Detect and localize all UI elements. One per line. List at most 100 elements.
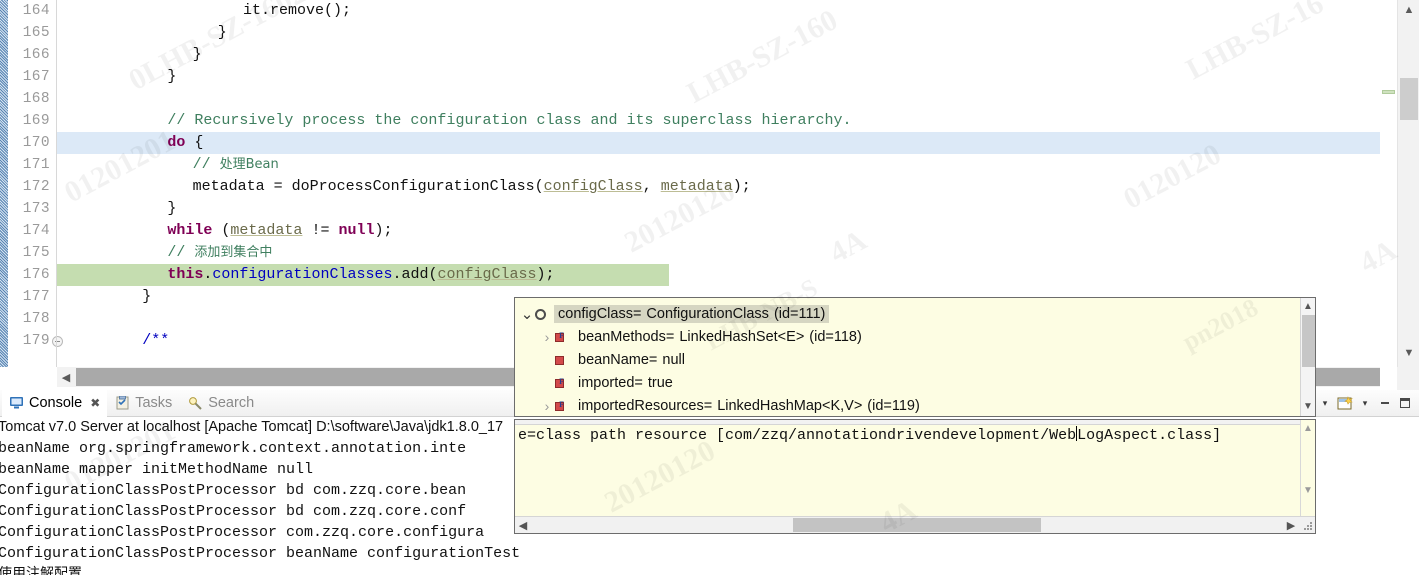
line-number: 173 bbox=[22, 201, 50, 217]
tooltip-vertical-scrollbar[interactable]: ▲ ▼ bbox=[1300, 298, 1315, 416]
maximize-icon[interactable] bbox=[1395, 392, 1415, 414]
variable-name: imported= bbox=[578, 374, 643, 391]
detail-scrollbar-thumb[interactable] bbox=[793, 518, 1041, 532]
tab-console[interactable]: Console ✖ bbox=[2, 390, 108, 417]
scroll-up-arrow-icon[interactable]: ▲ bbox=[1398, 0, 1419, 20]
collapsed-twisty-icon[interactable]: › bbox=[539, 398, 555, 414]
variable-id: (id=111) bbox=[773, 305, 826, 322]
code-line[interactable]: it.remove(); bbox=[57, 0, 1380, 22]
variable-row[interactable]: › importedResources=LinkedHashMap<K,V>(id… bbox=[539, 394, 924, 416]
console-icon bbox=[9, 396, 24, 410]
code-line[interactable]: // Recursively process the configuration… bbox=[57, 110, 1380, 132]
field-icon-plain bbox=[555, 353, 569, 367]
console-line: 使用注解配置 bbox=[0, 566, 82, 575]
console-line: ConfigurationClassPostProcessor beanName… bbox=[0, 545, 521, 562]
detail-popup-text[interactable]: e=class path resource [com/zzq/annotatio… bbox=[518, 426, 1298, 446]
variable-label-group: imported= true bbox=[574, 374, 677, 392]
code-line[interactable]: } bbox=[57, 66, 1380, 88]
field-icon bbox=[555, 376, 569, 390]
line-number: 179 bbox=[22, 333, 50, 349]
line-number: 164 bbox=[22, 3, 50, 19]
minimize-icon[interactable] bbox=[1375, 392, 1395, 414]
detail-popup-divider bbox=[515, 420, 1315, 425]
code-token: metadata bbox=[660, 178, 733, 195]
tooltip-scroll-up-icon[interactable]: ▲ bbox=[1301, 298, 1315, 314]
line-number: 171 bbox=[22, 157, 50, 173]
open-console-dropdown-icon[interactable]: ▾ bbox=[1355, 392, 1375, 414]
overview-marker-debug[interactable] bbox=[1382, 90, 1395, 94]
detail-text-after-caret: LogAspect.class] bbox=[1077, 427, 1222, 444]
variable-name: beanName= bbox=[578, 351, 658, 368]
variable-label-group: beanMethods= LinkedHashSet<E> (id=118) bbox=[574, 328, 866, 346]
detail-scroll-left-icon[interactable]: ◀ bbox=[515, 517, 531, 533]
code-line[interactable]: // 添加到集合中 bbox=[57, 242, 1380, 264]
code-line[interactable]: while (metadata != null); bbox=[57, 220, 1380, 242]
line-number-ruler: 164 165 166 167 168 169 170 171 172 173 174 175 176 1… bbox=[8, 0, 63, 367]
detail-scroll-down-icon[interactable]: ▼ bbox=[1301, 482, 1315, 498]
display-selected-console-dropdown-icon[interactable]: ▾ bbox=[1315, 392, 1335, 414]
code-token: 处理Bean bbox=[219, 157, 279, 172]
variable-row[interactable]: imported=true bbox=[539, 371, 677, 394]
editor-vertical-scrollbar[interactable]: ▲ ▼ bbox=[1397, 0, 1419, 390]
close-icon[interactable]: ✖ bbox=[90, 396, 100, 410]
variable-id: (id=119) bbox=[867, 397, 920, 414]
tab-label: Console bbox=[29, 395, 83, 411]
code-token: ); bbox=[536, 266, 555, 283]
scroll-left-arrow-icon[interactable]: ◀ bbox=[57, 367, 75, 387]
code-line[interactable]: // 处理Bean bbox=[57, 154, 1380, 176]
overview-ruler[interactable] bbox=[1380, 0, 1397, 367]
variable-row[interactable]: › beanMethods=LinkedHashSet<E>(id=118) bbox=[539, 325, 866, 348]
line-number: 170 bbox=[22, 135, 50, 151]
code-line[interactable]: this.configurationClasses.add(configClas… bbox=[57, 264, 1380, 286]
tab-search[interactable]: Search bbox=[181, 390, 261, 416]
variable-value: ConfigurationClass bbox=[646, 305, 769, 322]
line-number: 178 bbox=[22, 311, 50, 327]
resize-grip[interactable] bbox=[1304, 522, 1314, 532]
code-token: /** bbox=[142, 332, 170, 349]
eclipse-ide-window: 164 165 166 167 168 169 170 171 172 173 174 175 176 1… bbox=[0, 0, 1419, 575]
debug-detail-popup[interactable]: e=class path resource [com/zzq/annotatio… bbox=[514, 419, 1316, 534]
tooltip-scrollbar-thumb[interactable] bbox=[1302, 315, 1315, 367]
open-console-icon[interactable] bbox=[1335, 392, 1355, 414]
code-token: configurationClasses bbox=[212, 266, 393, 283]
variable-label-group: beanName= null bbox=[574, 351, 689, 369]
code-token: } bbox=[167, 68, 177, 85]
scroll-down-arrow-icon[interactable]: ▼ bbox=[1398, 343, 1419, 363]
tab-tasks[interactable]: Tasks bbox=[108, 390, 179, 416]
variable-row[interactable]: beanName= null bbox=[539, 348, 689, 371]
console-line: beanName org.springframework.context.ann… bbox=[0, 440, 467, 457]
local-variable-icon bbox=[535, 307, 549, 321]
code-line[interactable]: metadata = doProcessConfigurationClass(c… bbox=[57, 176, 1380, 198]
code-token: metadata = doProcessConfigurationClass( bbox=[192, 178, 544, 195]
code-line[interactable] bbox=[57, 88, 1380, 110]
code-token: .add( bbox=[392, 266, 438, 283]
variable-label-group: importedResources= LinkedHashMap<K,V> (id=… bbox=[574, 397, 924, 415]
search-icon bbox=[188, 396, 203, 410]
detail-scroll-right-icon[interactable]: ▶ bbox=[1283, 517, 1299, 533]
detail-vertical-scrollbar[interactable]: ▲ ▼ bbox=[1300, 420, 1315, 516]
code-line[interactable]: } bbox=[57, 44, 1380, 66]
detail-scroll-up-icon[interactable]: ▲ bbox=[1301, 420, 1315, 436]
detail-horizontal-scrollbar[interactable]: ◀ ▶ bbox=[515, 516, 1315, 533]
line-number: 169 bbox=[22, 113, 50, 129]
vertical-scrollbar-thumb[interactable] bbox=[1400, 78, 1418, 120]
code-token: null bbox=[338, 222, 375, 239]
code-token: // bbox=[192, 156, 220, 173]
code-line[interactable]: } bbox=[57, 198, 1380, 220]
code-token: } bbox=[217, 24, 227, 41]
variable-value: true bbox=[647, 374, 673, 391]
debug-variable-tooltip[interactable]: ▲ ▼ ⌄ configClass= ConfigurationClass (id=1… bbox=[514, 297, 1316, 417]
variable-row[interactable]: ⌄ configClass= ConfigurationClass (id=111) bbox=[519, 302, 830, 325]
tooltip-scroll-down-icon[interactable]: ▼ bbox=[1301, 398, 1315, 414]
expanded-twisty-icon[interactable]: ⌄ bbox=[519, 305, 535, 323]
variable-name: importedResources= bbox=[578, 397, 713, 414]
line-number: 167 bbox=[22, 69, 50, 85]
code-token: ); bbox=[732, 178, 751, 195]
code-line[interactable]: } bbox=[57, 22, 1380, 44]
code-token: ( bbox=[212, 222, 231, 239]
tab-label: Tasks bbox=[135, 395, 173, 411]
collapsed-twisty-icon[interactable]: › bbox=[539, 329, 555, 345]
code-line[interactable]: do { bbox=[57, 132, 1380, 154]
code-token: while bbox=[167, 222, 213, 239]
scrollbar-corner bbox=[1397, 367, 1419, 390]
